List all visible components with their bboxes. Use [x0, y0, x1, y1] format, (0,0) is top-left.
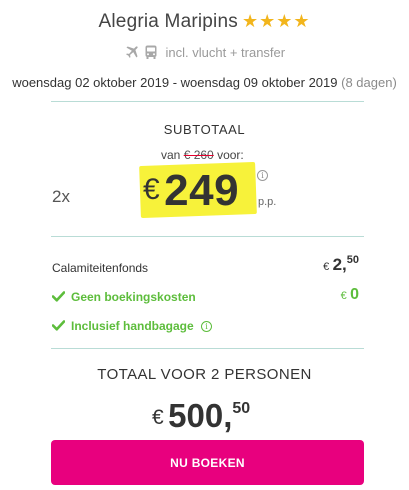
per-person-label: p.p.: [258, 196, 277, 208]
booking-costs-row: Geen boekingskosten € 0: [52, 286, 359, 304]
calamity-cents: 50: [346, 254, 359, 266]
price-currency: €: [143, 173, 160, 206]
date-from: woensdag 02 oktober 2019: [12, 75, 170, 90]
check-icon: [52, 291, 65, 302]
divider: [51, 236, 364, 237]
trip-duration: (8 dagen): [341, 75, 397, 90]
total-currency: €: [152, 406, 164, 429]
was-prefix: van: [161, 148, 181, 162]
subtotal-heading: SUBTOTAAL: [163, 122, 246, 137]
total-heading: TOTAAL VOOR 2 PERSONEN: [97, 366, 312, 383]
star-rating: ★★★★: [241, 11, 311, 31]
calamity-amount: € 2,50: [323, 254, 359, 275]
check-icon: [52, 320, 65, 331]
booking-currency: €: [340, 290, 347, 302]
transport-info: incl. vlucht + transfer: [0, 44, 409, 60]
bus-icon: [145, 45, 157, 59]
transport-text: incl. vlucht + transfer: [165, 45, 286, 60]
price-info-icon[interactable]: i: [257, 170, 268, 181]
was-price: € 260: [183, 148, 214, 162]
baggage-info-icon[interactable]: i: [201, 321, 213, 332]
plane-icon: [126, 46, 138, 58]
hand-baggage-label: Inclusief handbagage: [71, 319, 194, 333]
calamity-currency: €: [323, 261, 330, 273]
divider: [51, 348, 364, 349]
booking-costs-amount: € 0: [341, 286, 359, 304]
total-price: € 500,50: [152, 397, 250, 435]
hotel-name: Alegria Maripins: [98, 11, 238, 32]
hand-baggage-row: Inclusief handbagage i: [52, 319, 359, 333]
calamity-whole: 2,: [332, 255, 347, 274]
original-price: van € 260 voor:: [161, 148, 244, 162]
travel-dates: woensdag 02 oktober 2019 - woensdag 09 o…: [0, 75, 409, 90]
calamity-label: Calamiteitenfonds: [52, 261, 149, 275]
book-now-button[interactable]: NU BOEKEN: [51, 440, 364, 485]
calamity-fund-row: Calamiteitenfonds € 2,50: [52, 254, 359, 275]
total-cents: 50: [232, 400, 251, 417]
booking-costs-label: Geen boekingskosten: [71, 290, 196, 304]
booking-value: 0: [350, 286, 359, 303]
quantity: 2x: [52, 187, 70, 206]
total-whole: 500,: [168, 397, 233, 434]
was-suffix: voor:: [217, 148, 244, 162]
hotel-header: Alegria Maripins ★★★★: [0, 11, 409, 33]
date-to: woensdag 09 oktober 2019: [180, 75, 338, 90]
date-separator: -: [172, 75, 178, 90]
divider: [51, 101, 364, 102]
price-per-person: € 249: [143, 166, 239, 216]
price-amount: 249: [164, 166, 240, 215]
